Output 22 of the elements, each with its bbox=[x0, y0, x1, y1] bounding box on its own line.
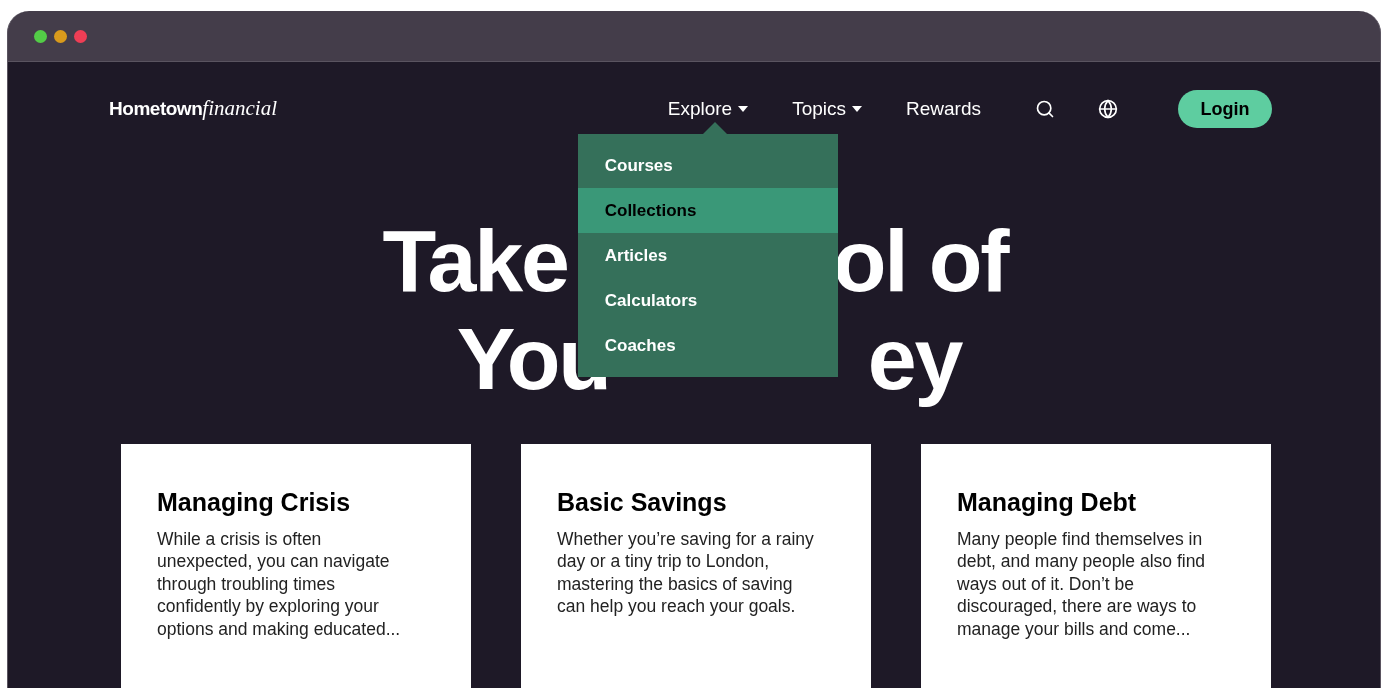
caret-icon bbox=[852, 106, 862, 112]
card-text: Whether you’re saving for a rainy day or a tiny trip to London, mastering the basics of saving can help you reach your goals. bbox=[557, 527, 815, 618]
login-button[interactable]: Login bbox=[1178, 90, 1272, 128]
menu-item[interactable]: Courses bbox=[577, 142, 838, 188]
topic-card[interactable]: Managing Crisis While a crisis is often unexpected, you can navigate through troubling times confidently by exploring your options and making educated... bbox=[121, 444, 471, 688]
globe-icon[interactable] bbox=[1098, 99, 1118, 119]
nav-menu[interactable]: Topics bbox=[792, 94, 862, 124]
menu-item[interactable]: Coaches bbox=[577, 322, 838, 368]
topic-card[interactable]: Basic Savings Whether you’re saving for a rainy day or a tiny trip to London, mastering the basics of saving can help you reach your goals. bbox=[521, 444, 871, 688]
caret-icon bbox=[738, 106, 749, 112]
nav-menu[interactable]: Explore bbox=[667, 94, 749, 124]
card-title: Basic Savings bbox=[557, 487, 728, 518]
headline-fragment: Take bbox=[382, 216, 568, 306]
nav-link[interactable]: Rewards bbox=[906, 94, 981, 124]
card-title: Managing Crisis bbox=[157, 487, 352, 518]
search-icon[interactable] bbox=[1035, 99, 1055, 119]
menu-item[interactable]: Collections bbox=[577, 187, 838, 233]
card-title: Managing Debt bbox=[957, 487, 1138, 518]
logo[interactable]: Hometownfinancial bbox=[109, 93, 277, 125]
card-text: While a crisis is often unexpected, you can navigate through troubling times confidently by exploring your options and making educated... bbox=[157, 527, 402, 640]
topic-card[interactable]: Managing Debt Many people find themselves in debt, and many people also find ways out of it. Don’t be discouraged, there are ways to manage your bills and come... bbox=[921, 444, 1271, 688]
card-text: Many people find themselves in debt, and many people also find ways out of it. Don’t be discouraged, there are ways to manage your bills and come... bbox=[957, 527, 1207, 640]
